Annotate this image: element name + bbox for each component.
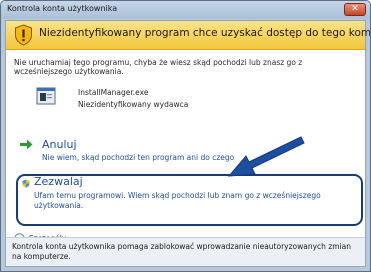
program-icon (36, 87, 56, 105)
uac-dialog: Kontrola konta użytkownika ✕ Niezidentyf… (0, 0, 371, 272)
allow-description: Ufam temu programowi. Wiem skąd pochodzi… (34, 191, 321, 210)
warning-header: Niezidentyfikowany program chce uzyskać … (6, 21, 370, 50)
close-button[interactable]: ✕ (344, 3, 366, 16)
program-name: InstallManager.exe (78, 88, 149, 97)
shield-warning-icon (15, 24, 32, 46)
pointer-arrow-icon (227, 136, 305, 177)
intro-text: Nie uruchamiaj tego programu, chyba że w… (14, 58, 303, 76)
arrow-right-icon (20, 139, 33, 150)
cancel-description: Nie wiem, skąd pochodzi ten program ani … (42, 153, 235, 162)
dialog-content: Niezidentyfikowany program chce uzyskać … (5, 20, 370, 267)
shield-icon (22, 179, 30, 188)
title-bar[interactable]: Kontrola konta użytkownika ✕ (1, 1, 370, 19)
footer: Kontrola konta użytkownika pomaga zablok… (6, 237, 365, 266)
allow-title: Zezwalaj (34, 175, 83, 188)
publisher-name: Niezidentyfikowany wydawca (78, 100, 189, 109)
footer-text: Kontrola konta użytkownika pomaga zablok… (12, 242, 351, 261)
window-title: Kontrola konta użytkownika (7, 4, 118, 13)
close-icon: ✕ (351, 4, 359, 14)
cancel-title: Anuluj (42, 138, 77, 151)
header-title: Niezidentyfikowany program chce uzyskać … (39, 27, 371, 39)
